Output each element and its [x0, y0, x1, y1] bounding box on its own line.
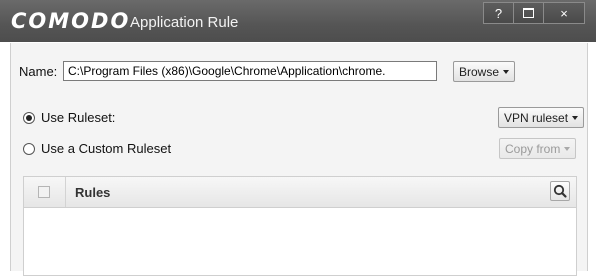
copy-from-label: Copy from: [505, 141, 561, 156]
search-button[interactable]: [550, 181, 570, 201]
chevron-down-icon: [572, 115, 579, 120]
ruleset-dropdown[interactable]: VPN ruleset: [498, 107, 585, 128]
use-ruleset-radio[interactable]: [23, 112, 35, 124]
comodo-logo: COMODO: [11, 9, 131, 33]
browse-button-label: Browse: [459, 64, 500, 79]
application-rule-window: COMODO Application Rule ? × Name: C:\Pro…: [0, 0, 596, 276]
rules-column-header: Rules: [75, 185, 111, 200]
chevron-down-icon: [564, 146, 571, 151]
rules-table: Rules: [23, 176, 577, 276]
window-controls: ? ×: [483, 2, 585, 24]
select-all-checkbox[interactable]: [38, 186, 50, 198]
name-label: Name:: [19, 64, 58, 79]
maximize-icon: [523, 8, 534, 18]
rule-panel: Name: C:\Program Files (x86)\Google\Chro…: [10, 43, 588, 276]
chevron-down-icon: [503, 69, 510, 74]
rules-table-header: Rules: [24, 177, 576, 208]
header-divider: [65, 177, 66, 207]
name-field[interactable]: C:\Program Files (x86)\Google\Chrome\App…: [63, 61, 437, 81]
use-custom-ruleset-radio[interactable]: [23, 143, 35, 155]
copy-from-button[interactable]: Copy from: [499, 138, 577, 159]
maximize-button[interactable]: [513, 2, 544, 24]
use-custom-ruleset-label[interactable]: Use a Custom Ruleset: [41, 141, 171, 156]
search-icon: [553, 184, 567, 198]
browse-button[interactable]: Browse: [453, 61, 516, 82]
close-button[interactable]: ×: [543, 2, 585, 24]
window-title: Application Rule: [130, 14, 239, 31]
use-ruleset-label[interactable]: Use Ruleset:: [41, 110, 115, 125]
ruleset-dropdown-value: VPN ruleset: [504, 110, 569, 125]
help-button[interactable]: ?: [483, 2, 514, 24]
title-bar: COMODO Application Rule ? ×: [0, 0, 596, 42]
